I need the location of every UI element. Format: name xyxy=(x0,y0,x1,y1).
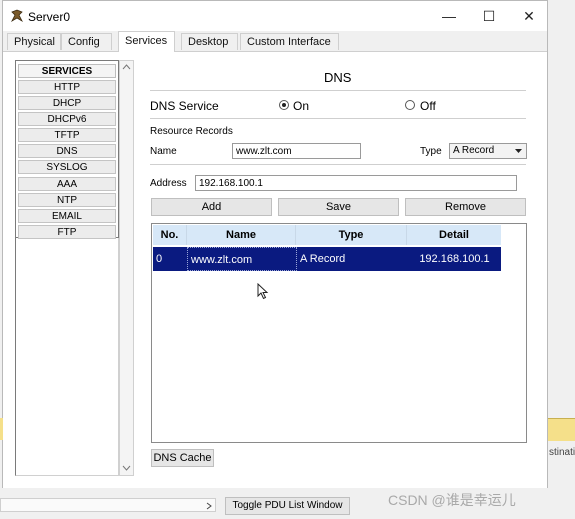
toggle-pdu-list-button[interactable]: Toggle PDU List Window xyxy=(225,497,350,515)
watermark-text: CSDN @谁是幸运儿 xyxy=(388,492,516,508)
background-panel-strip xyxy=(548,418,575,441)
services-header: SERVICES xyxy=(18,64,116,78)
tab-services[interactable]: Services xyxy=(118,31,175,52)
horizontal-scrollbar[interactable] xyxy=(0,498,216,512)
tab-physical[interactable]: Physical xyxy=(7,33,61,50)
tab-bar: Physical Config Services Desktop Custom … xyxy=(3,31,547,52)
dns-off-label: Off xyxy=(420,99,436,113)
tab-config[interactable]: Config xyxy=(61,33,112,50)
name-label: Name xyxy=(150,146,177,157)
title-bar: Server0 — ☐ ✕ xyxy=(3,1,547,31)
minimize-button[interactable]: — xyxy=(432,5,466,27)
service-tftp[interactable]: TFTP xyxy=(18,128,116,142)
services-list-frame xyxy=(15,238,119,476)
main-app-bottom-bar: Toggle PDU List Window CSDN @谁是幸运儿 xyxy=(0,488,575,519)
divider xyxy=(150,90,526,91)
dns-on-radio[interactable] xyxy=(279,100,289,110)
server-app-icon xyxy=(11,9,23,23)
table-cell-no: 0 xyxy=(153,247,187,271)
service-dhcp[interactable]: DHCP xyxy=(18,96,116,110)
services-scrollbar[interactable] xyxy=(119,60,134,476)
column-header-detail[interactable]: Detail xyxy=(407,225,501,245)
background-panel-strip-left xyxy=(0,418,3,440)
column-header-no[interactable]: No. xyxy=(153,225,187,245)
service-aaa[interactable]: AAA xyxy=(18,177,116,191)
services-panel: SERVICES HTTP DHCP DHCPv6 TFTP DNS SYSLO… xyxy=(3,52,547,488)
mouse-cursor-icon xyxy=(257,283,269,300)
dns-service-label: DNS Service xyxy=(150,99,219,113)
dns-off-radio[interactable] xyxy=(405,100,415,110)
column-header-name[interactable]: Name xyxy=(187,225,296,245)
service-dhcpv6[interactable]: DHCPv6 xyxy=(18,112,116,126)
scroll-up-icon[interactable] xyxy=(122,64,131,70)
tab-desktop[interactable]: Desktop xyxy=(181,33,238,50)
save-button[interactable]: Save xyxy=(278,198,399,216)
server-window: Server0 — ☐ ✕ Physical Config Services D… xyxy=(2,0,548,488)
dns-heading: DNS xyxy=(324,70,352,85)
address-label: Address xyxy=(150,178,187,189)
maximize-button[interactable]: ☐ xyxy=(472,5,506,27)
type-select-value: A Record xyxy=(453,145,495,156)
table-cell-name: www.zlt.com xyxy=(187,247,297,271)
dns-cache-button[interactable]: DNS Cache xyxy=(151,449,214,467)
scroll-down-icon[interactable] xyxy=(122,465,131,471)
scroll-right-icon[interactable] xyxy=(206,502,212,510)
services-list: SERVICES HTTP DHCP DHCPv6 TFTP DNS SYSLO… xyxy=(15,60,119,239)
divider xyxy=(150,164,526,165)
chevron-down-icon xyxy=(515,149,522,153)
service-syslog[interactable]: SYSLOG xyxy=(18,160,116,174)
close-button[interactable]: ✕ xyxy=(512,5,546,27)
service-dns[interactable]: DNS xyxy=(18,144,116,158)
address-input[interactable] xyxy=(195,175,517,191)
divider xyxy=(150,118,526,119)
add-button[interactable]: Add xyxy=(151,198,272,216)
resource-records-label: Resource Records xyxy=(150,126,233,137)
type-select[interactable]: A Record xyxy=(449,143,527,159)
table-row[interactable]: 0 www.zlt.com A Record 192.168.100.1 xyxy=(153,247,501,271)
window-title: Server0 xyxy=(28,10,71,24)
remove-button[interactable]: Remove xyxy=(405,198,526,216)
table-cell-type: A Record xyxy=(297,247,408,271)
dns-records-table: No. Name Type Detail 0 www.zlt.com A Rec… xyxy=(151,223,527,443)
service-email[interactable]: EMAIL xyxy=(18,209,116,223)
column-header-type[interactable]: Type xyxy=(296,225,407,245)
service-ftp[interactable]: FTP xyxy=(18,225,116,239)
table-cell-detail: 192.168.100.1 xyxy=(408,247,501,271)
name-input[interactable] xyxy=(232,143,361,159)
background-label: stinati xyxy=(549,447,575,458)
service-http[interactable]: HTTP xyxy=(18,80,116,94)
service-ntp[interactable]: NTP xyxy=(18,193,116,207)
dns-on-label: On xyxy=(293,99,310,113)
tab-custom-interface[interactable]: Custom Interface xyxy=(240,33,339,50)
type-label: Type xyxy=(420,146,442,157)
